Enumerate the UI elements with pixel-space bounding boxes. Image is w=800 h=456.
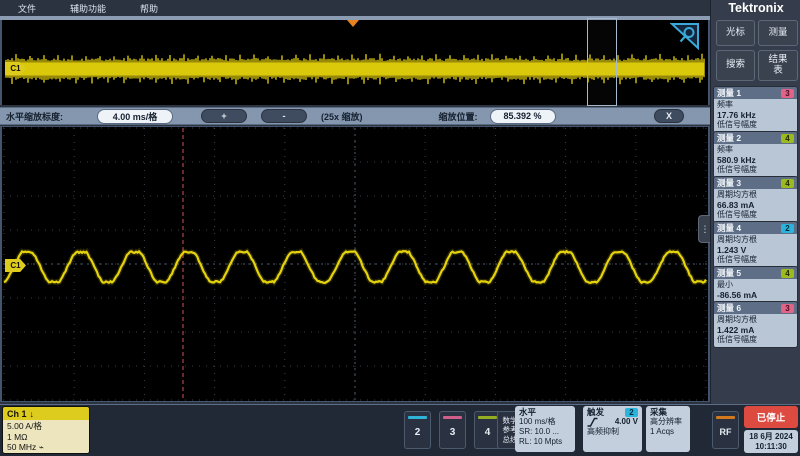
measurement-type: 周期均方根 (717, 315, 794, 325)
measurement-card-1[interactable]: 测量 1 3 频率17.76 kHz低信号幅度 (713, 86, 798, 133)
zoom-magnifier-icon[interactable] (670, 22, 700, 55)
tektronix-logo: Tektronix (714, 1, 798, 16)
menu-file[interactable]: 文件 (18, 2, 36, 15)
zoom-position-value[interactable]: 85.392 % (490, 109, 556, 124)
measurement-card-3[interactable]: 测量 3 4 周期均方根66.83 mA低信号幅度 (713, 176, 798, 223)
zoom-in-button[interactable]: + (201, 109, 247, 123)
zoom-scale-label: 水平缩放标度: (6, 110, 63, 123)
source-badge: 3 (781, 89, 794, 98)
acquisition-mode: 高分辨率 (650, 417, 686, 427)
graticule-and-waveform (2, 127, 708, 401)
channel2-number: 2 (415, 427, 421, 438)
channel2-button[interactable]: 2 (404, 411, 431, 449)
record-length: RL: 10 Mpts (519, 437, 571, 447)
trigger-source-badge: 2 (625, 408, 638, 417)
measurement-type: 周期均方根 (717, 235, 794, 245)
measurement-value: 1.422 mA (717, 325, 794, 335)
measurement-card-2[interactable]: 测量 2 4 频率580.9 kHz低信号幅度 (713, 131, 798, 178)
rising-edge-icon (587, 417, 598, 427)
rf-label: RF (720, 427, 732, 437)
measurement-warning: 低信号幅度 (717, 165, 794, 175)
time-text: 10:11:30 (755, 442, 787, 451)
menu-utility[interactable]: 辅助功能 (70, 2, 106, 15)
source-badge: 2 (781, 224, 794, 233)
channel1-impedance: 1 MΩ (7, 432, 85, 443)
measurement-warning: 低信号幅度 (717, 335, 794, 345)
measurement-type: 频率 (717, 145, 794, 155)
measurement-value: 17.76 kHz (717, 110, 794, 120)
trigger-settings-panel[interactable]: 触发 2 4.00 V 高频抑制 (583, 406, 642, 452)
measurement-warning: 低信号幅度 (717, 120, 794, 130)
measurement-value: 66.83 mA (717, 200, 794, 210)
rf-color-stripe (716, 416, 735, 419)
zoom-window-box[interactable] (587, 18, 617, 106)
trigger-title: 触发 (587, 407, 604, 417)
zoom-out-button[interactable]: - (261, 109, 307, 123)
results-table-button[interactable]: 结果 表 (758, 50, 798, 81)
date-time-display: 18 6月 2024 10:11:30 (744, 430, 798, 453)
menu-help[interactable]: 帮助 (140, 2, 158, 15)
channel4-color-stripe (478, 416, 497, 419)
channel4-number: 4 (485, 427, 491, 438)
horizontal-settings-panel[interactable]: 水平 100 ms/格 SR: 10.0 ... RL: 10 Mpts (515, 406, 575, 452)
measurement-title: 测量 2 (717, 132, 741, 144)
source-badge: 3 (781, 304, 794, 313)
run-stop-status-button[interactable]: 已停止 (744, 406, 798, 428)
measurement-card-4[interactable]: 测量 4 2 周期均方根1.243 V低信号幅度 (713, 221, 798, 268)
channel1-card[interactable]: Ch 1↓ 5.00 A/格 1 MΩ 50 MHz ⌁ (2, 406, 90, 454)
acquisition-settings-panel[interactable]: 采集 高分辨率 1 Acqs (646, 406, 690, 452)
measurement-value: 580.9 kHz (717, 155, 794, 165)
measurement-type: 周期均方根 (717, 190, 794, 200)
channel1-label: Ch 1 (7, 409, 27, 419)
trigger-coupling: 高频抑制 (587, 427, 638, 437)
source-badge: 4 (781, 179, 794, 188)
measurement-title: 测量 3 (717, 177, 741, 189)
channel1-bandwidth: 50 MHz ⌁ (7, 442, 85, 453)
measurement-title: 测量 1 (717, 87, 741, 99)
zoomed-waveform-plot (0, 126, 710, 402)
acquisition-title: 采集 (650, 407, 686, 417)
source-badge: 4 (781, 269, 794, 278)
measurement-card-5[interactable]: 测量 5 4 最小-86.56 mA (713, 266, 798, 303)
trigger-level: 4.00 V (615, 417, 638, 427)
zoom-close-button[interactable]: X (654, 109, 684, 123)
channel3-number: 3 (450, 427, 456, 438)
measurement-title: 测量 5 (717, 267, 741, 279)
measurement-title: 测量 4 (717, 222, 741, 234)
channel2-color-stripe (408, 416, 427, 419)
menu-bar: 文件 辅助功能 帮助 (0, 0, 710, 16)
measurement-warning: 低信号幅度 (717, 210, 794, 220)
measurement-title: 测量 6 (717, 302, 741, 314)
horizontal-zoom-toolbar: 水平缩放标度: 4.00 ms/格 + - (25x 缩放) 缩放位置: 85.… (0, 107, 710, 125)
measure-button[interactable]: 测量 (758, 20, 798, 46)
measurement-value: 1.243 V (717, 245, 794, 255)
cursors-button[interactable]: 光标 (716, 20, 755, 46)
channel3-color-stripe (443, 416, 462, 419)
measurement-type: 频率 (717, 100, 794, 110)
horizontal-title: 水平 (519, 407, 571, 417)
measurement-type: 最小 (717, 280, 794, 290)
channel-menu-arrow-icon: ↓ (30, 409, 35, 419)
trigger-position-marker[interactable] (347, 20, 359, 27)
measurement-value: -86.56 mA (717, 290, 794, 300)
sample-rate: SR: 10.0 ... (519, 427, 571, 437)
acquisition-count: 1 Acqs (650, 427, 686, 437)
horizontal-scale: 100 ms/格 (519, 417, 571, 427)
zoom-scale-value[interactable]: 4.00 ms/格 (97, 109, 173, 124)
zoom-position-label: 缩放位置: (439, 110, 478, 123)
channel1-scale: 5.00 A/格 (7, 421, 85, 432)
search-button[interactable]: 搜索 (716, 50, 755, 81)
channel3-button[interactable]: 3 (439, 411, 466, 449)
date-text: 18 6月 2024 (749, 432, 793, 441)
zoom-ratio-label: (25x 缩放) (321, 110, 363, 123)
oscilloscope-screen: 文件 辅助功能 帮助 C1 水平缩放标度: 4.00 ms/格 + - (25x… (0, 0, 800, 456)
measurement-warning: 低信号幅度 (717, 255, 794, 265)
source-badge: 4 (781, 134, 794, 143)
rf-button[interactable]: RF (712, 411, 739, 449)
measurement-card-6[interactable]: 测量 6 3 周期均方根1.422 mA低信号幅度 (713, 301, 798, 348)
